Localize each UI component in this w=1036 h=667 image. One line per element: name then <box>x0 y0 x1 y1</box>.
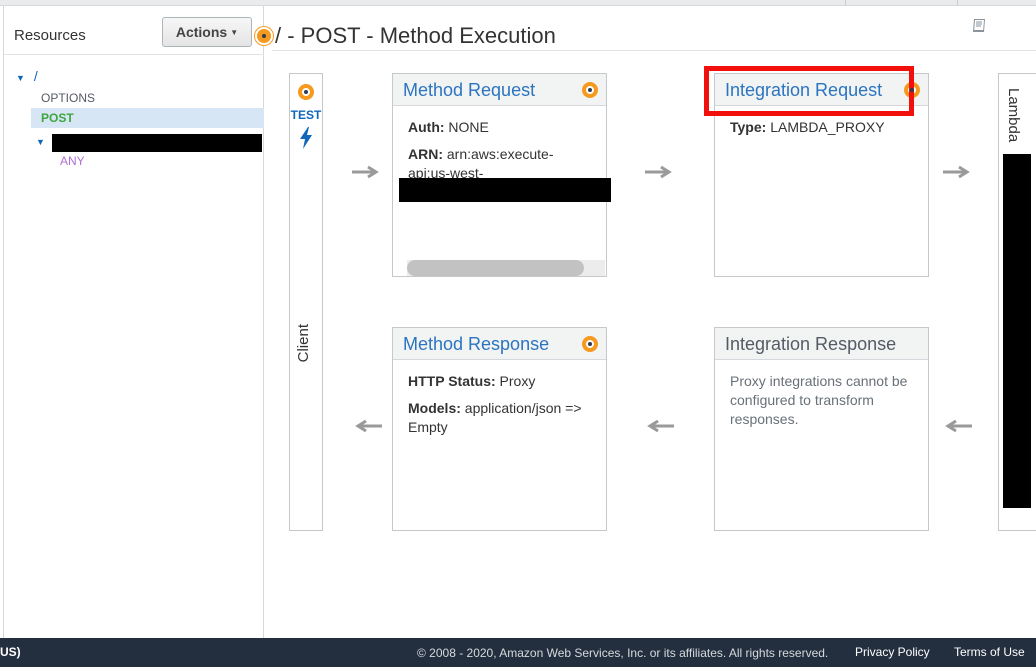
tree-method-any[interactable]: ANY <box>60 154 85 168</box>
tree-root-label: / <box>33 68 38 84</box>
type-row: Type: LAMBDA_PROXY <box>730 118 913 137</box>
resources-divider <box>4 54 264 55</box>
integration-response-title: Integration Response <box>715 328 928 360</box>
integration-response-card: Integration Response Proxy integrations … <box>714 327 929 531</box>
top-separator <box>845 0 846 6</box>
client-label: Client <box>295 324 312 363</box>
method-request-title[interactable]: Method Request <box>393 74 606 106</box>
tree-child-resource[interactable]: ▼ <box>36 134 45 148</box>
method-response-title-text[interactable]: Method Response <box>403 334 549 354</box>
arrow-left-icon <box>647 419 674 433</box>
status-dot-icon <box>582 336 598 352</box>
method-response-card: Method Response HTTP Status: Proxy Model… <box>392 327 607 531</box>
language-selector[interactable]: US) <box>0 645 21 659</box>
footer: US) © 2008 - 2020, Amazon Web Services, … <box>0 638 1036 667</box>
lambda-panel: Lambda <box>998 73 1036 531</box>
redacted-lambda-name <box>1003 154 1031 508</box>
arrow-left-icon <box>355 419 382 433</box>
http-status-value: Proxy <box>495 373 536 389</box>
panel-edge <box>3 6 4 638</box>
type-key: Type: <box>730 119 767 135</box>
title-divider <box>272 50 1036 51</box>
auth-key: Auth: <box>408 119 445 135</box>
arrow-right-icon <box>943 165 970 179</box>
lambda-label: Lambda <box>1005 88 1022 143</box>
tree-method-options[interactable]: OPTIONS <box>41 91 95 105</box>
client-status-dot-icon <box>298 84 314 100</box>
auth-row: Auth: NONE <box>408 118 591 137</box>
resources-title: Resources <box>14 27 86 44</box>
method-request-title-text[interactable]: Method Request <box>403 80 535 100</box>
integration-response-note: Proxy integrations cannot be configured … <box>730 373 908 427</box>
top-separator <box>957 0 958 6</box>
expand-triangle-icon[interactable]: ▼ <box>36 137 45 147</box>
arrow-right-icon <box>352 165 379 179</box>
auth-value: NONE <box>444 119 489 135</box>
actions-button[interactable]: Actions ▼ <box>162 17 252 47</box>
status-dot-icon <box>582 82 598 98</box>
method-response-title[interactable]: Method Response <box>393 328 606 360</box>
tree-method-post[interactable]: POST <box>41 111 74 125</box>
actions-label: Actions <box>175 24 228 40</box>
models-key: Models: <box>408 400 461 416</box>
page-title: / - POST - Method Execution <box>275 23 556 48</box>
arrow-right-icon <box>645 165 672 179</box>
lightning-bolt-icon[interactable] <box>298 127 314 154</box>
redacted-resource-path <box>52 134 262 152</box>
http-status-row: HTTP Status: Proxy <box>408 372 591 391</box>
method-request-card: Method Request Auth: NONE ARN: arn:aws:e… <box>392 73 611 277</box>
scrollbar-thumb[interactable] <box>407 260 584 276</box>
test-link[interactable]: TEST <box>290 108 322 122</box>
expand-triangle-icon[interactable]: ▼ <box>16 73 25 83</box>
models-row: Models: application/json => Empty <box>408 399 591 437</box>
privacy-policy-link[interactable]: Privacy Policy <box>855 645 930 659</box>
resources-panel: Resources Actions ▼ ▼ / OPTIONS POST ▼ AN… <box>0 6 264 638</box>
http-status-key: HTTP Status: <box>408 373 496 389</box>
red-highlight-box <box>704 66 914 116</box>
copyright-text: © 2008 - 2020, Amazon Web Services, Inc.… <box>417 646 829 660</box>
status-dot-icon <box>255 27 273 45</box>
terms-of-use-link[interactable]: Terms of Use <box>954 645 1025 659</box>
caret-down-icon: ▼ <box>230 27 239 37</box>
client-panel: TEST Client <box>289 73 323 531</box>
type-value: LAMBDA_PROXY <box>766 119 885 135</box>
redacted-arn <box>399 178 611 202</box>
arn-key: ARN: <box>408 146 443 162</box>
tree-root[interactable]: ▼ / <box>16 68 38 84</box>
arrow-left-icon <box>945 419 972 433</box>
documentation-book-icon[interactable] <box>970 16 990 41</box>
